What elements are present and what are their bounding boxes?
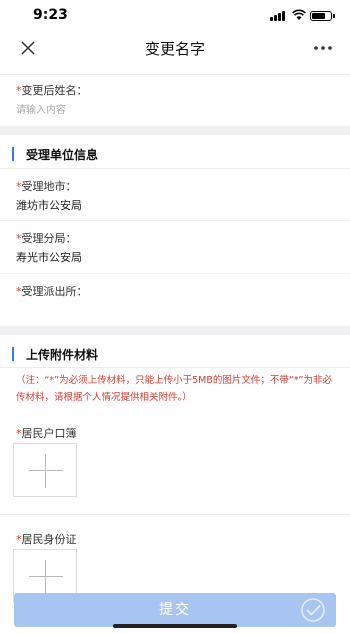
divider xyxy=(0,220,350,221)
nav-divider xyxy=(0,74,350,75)
section-separator xyxy=(0,326,350,335)
station-label[interactable]: *受理派出所： xyxy=(16,283,88,299)
page-title: 变更名字 xyxy=(144,40,205,58)
submit-button[interactable]: 提交 xyxy=(14,593,336,627)
branch-value[interactable]: 寿光市公安局 xyxy=(16,249,82,265)
signal-icon xyxy=(270,11,288,21)
city-value[interactable]: 潍坊市公安局 xyxy=(16,197,82,213)
check-circle-icon xyxy=(301,598,325,622)
plus-icon xyxy=(29,576,63,577)
submit-label: 提交 xyxy=(159,602,191,618)
status-time: 9:23 xyxy=(33,7,68,23)
city-label: *受理地市： xyxy=(16,180,77,193)
home-indicator xyxy=(113,624,237,628)
branch-label: *受理分局： xyxy=(16,232,77,245)
wifi-icon xyxy=(292,9,306,20)
divider xyxy=(0,273,350,274)
plus-icon-stroke xyxy=(45,454,46,488)
battery-icon xyxy=(310,11,335,21)
upload-household-button[interactable] xyxy=(13,443,77,497)
divider xyxy=(0,514,350,515)
section-attach-title: 上传附件材料 xyxy=(26,348,99,362)
divider xyxy=(0,168,350,169)
new-name-input[interactable]: 请输入内容 xyxy=(16,101,66,116)
upload-note: （注：“*”为必须上传材料，只能上传小于5MB的图片文件；不带“*”为非必传材料… xyxy=(16,375,332,403)
attachment-label-household: *居民户口簿 xyxy=(16,427,77,440)
nav-bar: 变更名字 xyxy=(0,30,350,66)
plus-icon xyxy=(29,470,63,471)
more-icon[interactable] xyxy=(312,38,334,58)
status-bar: 9:23 xyxy=(0,0,350,30)
section-separator xyxy=(0,126,350,135)
section-accent-bar xyxy=(12,347,14,361)
section-unit-title: 受理单位信息 xyxy=(26,148,99,162)
section-accent-bar xyxy=(12,147,14,161)
attachment-label-idcard: *居民身份证 xyxy=(16,533,77,546)
new-name-label: *变更后姓名： xyxy=(16,84,88,97)
divider xyxy=(0,367,350,368)
plus-icon-stroke xyxy=(45,560,46,594)
